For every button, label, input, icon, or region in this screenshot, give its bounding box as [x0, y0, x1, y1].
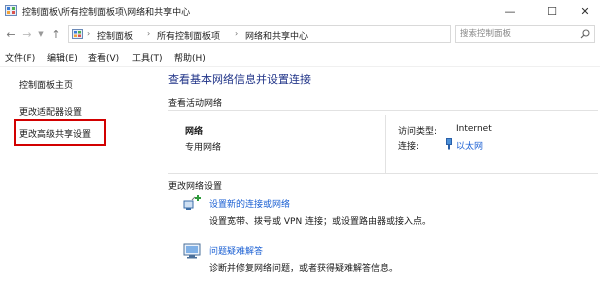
new-connection-icon [183, 195, 201, 210]
main-content: 查看基本网络信息并设置连接 查看活动网络 网络 专用网络 访问类型: Inter… [158, 67, 600, 302]
arrow-right-icon: → [22, 27, 32, 41]
close-icon: ✕ [580, 4, 590, 18]
back-button[interactable]: ← [5, 27, 17, 41]
title-bar: 控制面板\所有控制面板项\网络和共享中心 — ☐ ✕ [0, 0, 600, 22]
recent-locations-button[interactable]: ▼ [37, 27, 45, 41]
maximize-button[interactable]: ☐ [537, 0, 567, 22]
troubleshoot-link[interactable]: 问题疑难解答 [209, 244, 263, 257]
sidebar: 控制面板主页 更改适配器设置 更改高级共享设置 [0, 67, 158, 302]
search-box[interactable] [455, 25, 595, 43]
menu-help[interactable]: 帮助(H) [174, 51, 206, 64]
menu-view[interactable]: 查看(V) [88, 51, 119, 64]
menu-edit[interactable]: 编辑(E) [47, 51, 78, 64]
network-category: 专用网络 [185, 143, 222, 153]
minimize-button[interactable]: — [495, 0, 525, 22]
control-panel-icon [72, 29, 83, 39]
network-name: 网络 [185, 127, 204, 137]
sidebar-item-adapter-settings[interactable]: 更改适配器设置 [19, 105, 82, 118]
highlight-annotation [14, 119, 106, 146]
ethernet-icon [446, 138, 452, 150]
search-icon [580, 29, 590, 39]
sidebar-item-home[interactable]: 控制面板主页 [19, 78, 73, 91]
troubleshoot-icon [183, 243, 201, 259]
breadcrumb-separator: › [235, 29, 239, 38]
active-networks-heading: 查看活动网络 [168, 99, 223, 109]
setup-connection-description: 设置宽带、拨号或 VPN 连接；或设置路由器或接入点。 [209, 217, 432, 227]
page-title: 查看基本网络信息并设置连接 [168, 73, 311, 86]
chevron-down-icon: ▼ [38, 30, 44, 38]
access-type-label: 访问类型: [398, 127, 438, 137]
menu-tools[interactable]: 工具(T) [132, 51, 163, 64]
address-bar[interactable]: › 控制面板 › 所有控制面板项 › 网络和共享中心 ▼ ↻ [68, 25, 517, 43]
breadcrumb-all-items[interactable]: 所有控制面板项 [157, 29, 220, 42]
maximize-icon: ☐ [547, 4, 557, 18]
breadcrumb-separator: › [87, 29, 91, 38]
menu-file[interactable]: 文件(F) [5, 51, 35, 64]
forward-button[interactable]: → [21, 27, 33, 41]
close-button[interactable]: ✕ [570, 0, 600, 22]
breadcrumb-control-panel[interactable]: 控制面板 [97, 29, 133, 42]
arrow-left-icon: ← [6, 27, 16, 41]
arrow-up-icon: ↑ [51, 27, 61, 41]
setup-connection-link[interactable]: 设置新的连接或网络 [209, 197, 290, 210]
access-type-value: Internet [456, 124, 492, 134]
section-divider [168, 110, 598, 111]
control-panel-icon [5, 5, 17, 16]
menu-bar: 文件(F) 编辑(E) 查看(V) 工具(T) 帮助(H) [0, 48, 600, 66]
connection-label: 连接: [398, 142, 420, 152]
up-button[interactable]: ↑ [50, 27, 62, 41]
breadcrumb-network-center[interactable]: 网络和共享中心 [245, 29, 308, 42]
search-input[interactable] [460, 28, 578, 40]
ethernet-link[interactable]: 以太网 [456, 139, 483, 152]
section-divider [168, 173, 598, 174]
change-settings-heading: 更改网络设置 [168, 182, 223, 192]
breadcrumb-separator: › [147, 29, 151, 38]
window-title: 控制面板\所有控制面板项\网络和共享中心 [22, 8, 191, 18]
network-divider [385, 115, 386, 173]
troubleshoot-description: 诊断并修复网络问题，或者获得疑难解答信息。 [209, 264, 399, 274]
minimize-icon: — [504, 4, 516, 18]
address-row: ← → ▼ ↑ › 控制面板 › 所有控制面板项 › 网络和共享中心 ▼ ↻ [0, 22, 600, 46]
